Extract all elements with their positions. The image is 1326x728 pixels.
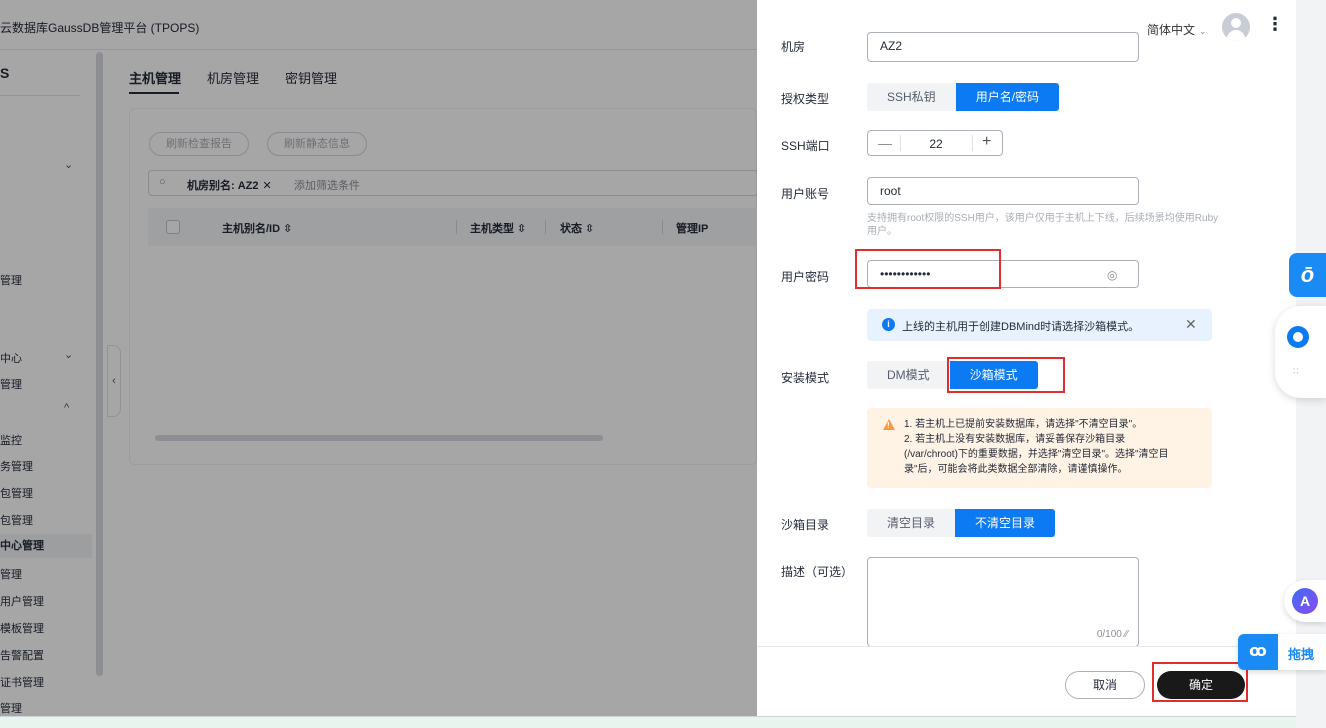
room-value: AZ2 <box>880 39 903 53</box>
modal-overlay[interactable] <box>0 0 757 716</box>
info-text: 上线的主机用于创建DBMind时请选择沙箱模式。 <box>902 321 1140 333</box>
minus-icon[interactable]: — <box>878 135 892 151</box>
add-host-drawer: 机房 AZ2 授权类型 SSH私钥 用户名/密码 SSH端口 — 22 + 用户… <box>757 32 1296 716</box>
user-password-value: •••••••••••• <box>880 267 931 281</box>
install-mode-switch: DM模式 沙箱模式 <box>867 361 1038 389</box>
info-icon: i <box>882 318 895 331</box>
record-icon[interactable] <box>1287 326 1309 348</box>
info-alert: i 上线的主机用于创建DBMind时请选择沙箱模式。 ✕ <box>867 309 1212 341</box>
install-option-sandbox[interactable]: 沙箱模式 <box>949 361 1038 389</box>
ssh-port-label: SSH端口 <box>781 139 830 153</box>
sandbox-option-clear[interactable]: 清空目录 <box>867 509 956 537</box>
sandbox-dir-switch: 清空目录 不清空目录 <box>867 509 1056 537</box>
link-icon: ꝏ <box>1238 634 1278 670</box>
warning-alert: ! 1. 若主机上已提前安装数据库，请选择"不清空目录"。 2. 若主机上没有安… <box>867 408 1212 488</box>
drag-handle-icon[interactable]: ∷ <box>1293 366 1299 377</box>
install-option-dm[interactable]: DM模式 <box>867 361 950 389</box>
char-count: 0/100 ⁄⁄ <box>1096 629 1128 640</box>
user-password-label: 用户密码 <box>781 270 830 284</box>
warning-line: 2. 若主机上没有安装数据库，请妥善保存沙箱目录 <box>904 434 1126 445</box>
user-account-label: 用户账号 <box>781 187 830 201</box>
sandbox-option-keep[interactable]: 不清空目录 <box>955 509 1056 537</box>
drag-widget-label: 拖拽 <box>1288 647 1315 662</box>
auth-option-ssh-key[interactable]: SSH私钥 <box>867 83 956 111</box>
eye-icon[interactable]: ◎ <box>1107 268 1117 282</box>
close-icon[interactable]: ✕ <box>1185 316 1197 333</box>
ai-assistant-icon: A <box>1292 588 1318 614</box>
room-select[interactable]: AZ2 <box>867 32 1139 62</box>
cancel-button[interactable]: 取消 <box>1065 671 1145 699</box>
warning-line: 录"后，可能会将此类数据全部清除，请谨慎操作。 <box>904 464 1128 475</box>
sandbox-dir-label: 沙箱目录 <box>781 518 830 532</box>
user-account-input[interactable]: root <box>867 177 1139 205</box>
install-mode-label: 安装模式 <box>781 371 830 385</box>
language-selector[interactable]: 简体中文 ⌄ <box>1147 21 1207 38</box>
warning-icon: ! <box>883 419 895 430</box>
floating-toolbar[interactable]: ∷ <box>1275 306 1326 398</box>
ai-assistant-button[interactable]: A <box>1284 580 1326 622</box>
auth-type-label: 授权类型 <box>781 92 830 106</box>
more-icon[interactable]: ⋮ <box>1266 15 1284 33</box>
taskbar-strip <box>0 716 1296 728</box>
auth-option-password[interactable]: 用户名/密码 <box>955 83 1060 111</box>
warning-text: 1. 若主机上已提前安装数据库，请选择"不清空目录"。 2. 若主机上没有安装数… <box>904 417 1169 477</box>
user-password-input[interactable]: •••••••••••• <box>867 260 1139 288</box>
language-label: 简体中文 <box>1147 23 1196 37</box>
divider <box>972 135 973 151</box>
drag-widget[interactable]: ꝏ 拖拽 <box>1238 634 1326 670</box>
confirm-button[interactable]: 确定 <box>1157 671 1245 699</box>
cloud-assistant-icon[interactable]: ō <box>1289 253 1326 297</box>
user-account-hint: 支持拥有root权限的SSH用户，该用户仅用于主机上下线，后续场景均使用Ruby… <box>867 213 1219 237</box>
ssh-port-stepper: — 22 + <box>867 130 1003 156</box>
plus-icon[interactable]: + <box>982 133 991 151</box>
user-account-value: root <box>880 184 901 198</box>
description-textarea[interactable]: 0/100 ⁄⁄ <box>867 557 1139 647</box>
ssh-port-input[interactable]: 22 <box>900 137 972 151</box>
room-label: 机房 <box>781 40 806 54</box>
avatar[interactable] <box>1222 13 1250 41</box>
warning-line: 1. 若主机上已提前安装数据库，请选择"不清空目录"。 <box>904 419 1143 430</box>
description-label: 描述（可选） <box>781 565 854 579</box>
drawer-footer: 取消 确定 <box>757 646 1296 716</box>
auth-type-switch: SSH私钥 用户名/密码 <box>867 83 1060 111</box>
chevron-down-icon: ⌄ <box>1199 26 1207 36</box>
warning-line: (/var/chroot)下的重要数据，并选择"清空目录"。选择"清空目 <box>904 449 1169 460</box>
